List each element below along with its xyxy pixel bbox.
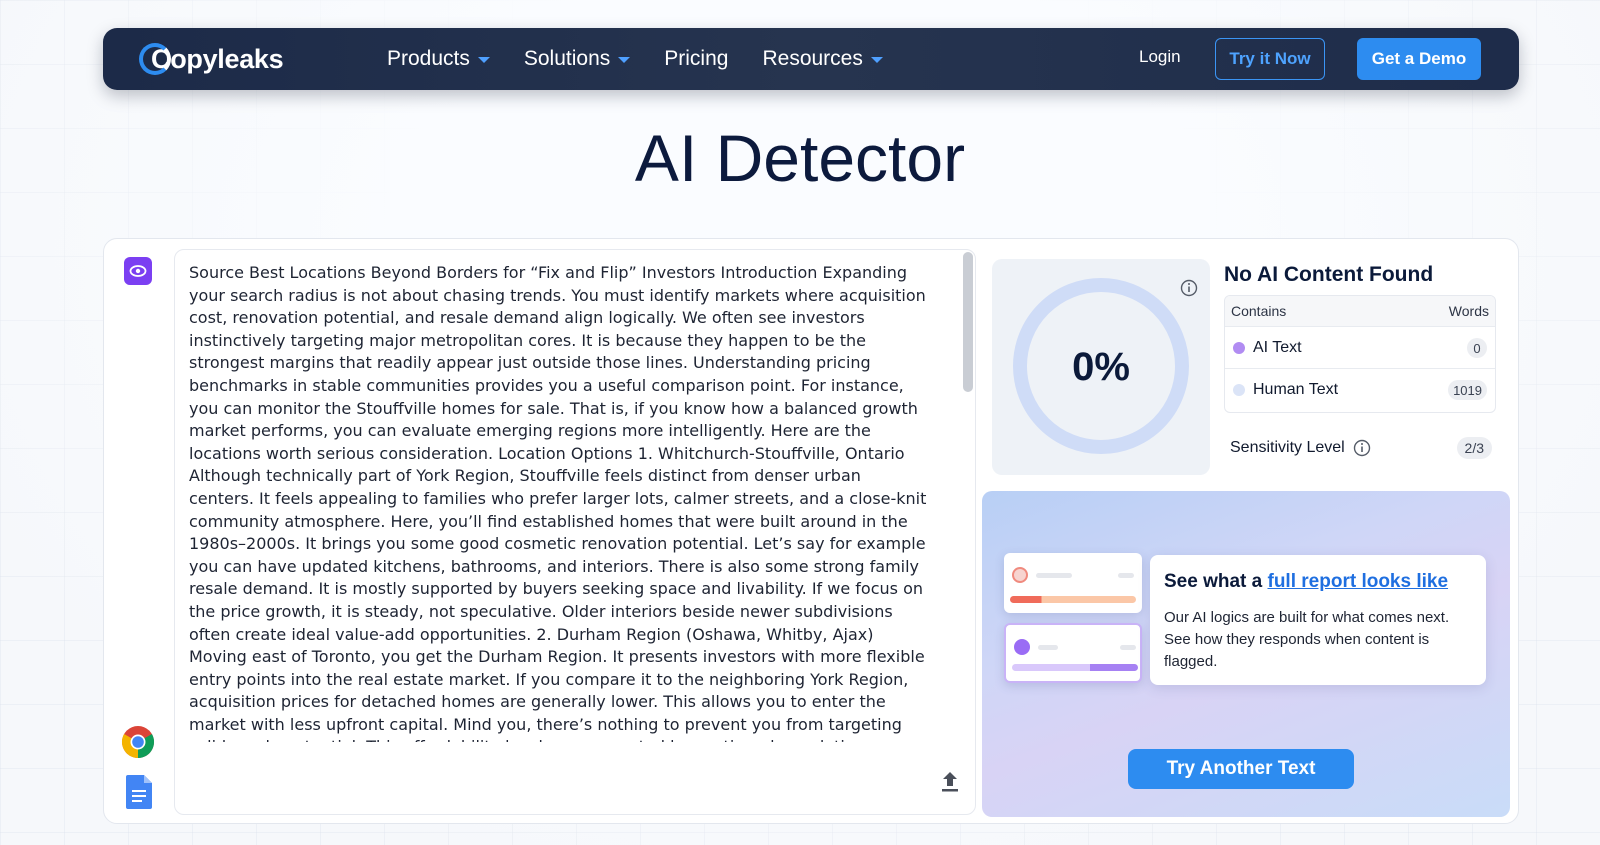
logo-c-icon [139,43,171,75]
nav-links: Products Solutions Pricing Resources [387,28,883,90]
row-label: Human Text [1253,380,1339,398]
full-report-link[interactable]: full report looks like [1268,571,1449,592]
promo-box: See what a full report looks like Our AI… [1150,555,1486,685]
words-header: Words [1448,303,1489,319]
detector-card: Source Best Locations Beyond Borders for… [103,238,1519,824]
score-gauge: 0% [992,259,1210,475]
contains-header: Contains [1231,303,1287,319]
text-input-panel[interactable]: Source Best Locations Beyond Borders for… [174,249,976,815]
table-row-ai-text: AI Text 0 [1225,326,1495,368]
promo-description: Our AI logics are built for what comes n… [1164,609,1450,670]
results-panel: 0% No AI Content Found Contains Words AI… [982,249,1502,485]
chevron-down-icon [870,57,883,63]
nav-link-label: Products [387,47,470,70]
table-header: Contains Words [1225,296,1495,326]
ai-percentage: 0% [1072,345,1130,389]
placeholder-line [1038,645,1058,650]
google-docs-icon[interactable] [126,775,152,809]
placeholder-line [1120,645,1136,650]
get-a-demo-button[interactable]: Get a Demo [1357,38,1481,80]
ai-dot-icon [1233,341,1245,354]
page-title: AI Detector [634,121,966,195]
placeholder-line [1036,573,1072,578]
report-promo: See what a full report looks like Our AI… [982,491,1510,817]
nav-link-resources[interactable]: Resources [762,47,883,71]
info-icon[interactable] [1180,279,1198,302]
human-dot-icon [1233,383,1245,396]
brand-logo[interactable]: Copyleaks [139,42,284,76]
placeholder-line [1118,573,1134,578]
sample-report-card [1004,553,1142,613]
sample-bar [1010,596,1136,603]
nav-link-pricing[interactable]: Pricing [664,47,728,71]
sample-report-card [1004,623,1142,683]
sensitivity-label: Sensitivity Level [1230,439,1345,456]
promo-heading-prefix: See what a [1164,571,1268,592]
info-icon[interactable] [1353,439,1371,457]
scanned-text[interactable]: Source Best Locations Beyond Borders for… [189,262,929,742]
target-icon [1012,567,1028,583]
try-it-now-button[interactable]: Try it Now [1215,38,1325,80]
nav-link-products[interactable]: Products [387,47,490,71]
login-link[interactable]: Login [1139,47,1181,67]
nav-link-solutions[interactable]: Solutions [523,47,631,71]
top-navbar: Copyleaks Products Solutions Pricing Res… [103,28,1519,90]
promo-heading: See what a full report looks like [1164,571,1448,593]
nav-link-label: Resources [762,47,863,70]
chevron-down-icon [477,57,490,63]
human-word-count: 1019 [1448,380,1487,400]
sensitivity-value[interactable]: 2/3 [1456,437,1492,459]
text-scrollbar[interactable] [963,252,973,392]
chevron-down-icon [618,57,631,63]
nav-link-label: Solutions [523,47,611,70]
ai-word-count: 0 [1467,338,1487,358]
row-label: AI Text [1253,338,1302,356]
try-another-text-button[interactable]: Try Another Text [1128,749,1354,789]
sparkle-icon [1014,639,1030,655]
result-title: No AI Content Found [1224,263,1434,286]
upload-icon[interactable] [939,770,961,794]
word-count-table: Contains Words AI Text 0 Human Text 1019 [1224,295,1496,413]
chrome-extension-icon[interactable] [121,725,155,759]
sensitivity-level: Sensitivity Level [1230,439,1371,457]
table-row-human-text: Human Text 1019 [1225,368,1495,410]
nav-link-label: Pricing [664,47,729,70]
eye-icon[interactable] [124,257,152,285]
sample-bar [1012,664,1138,671]
